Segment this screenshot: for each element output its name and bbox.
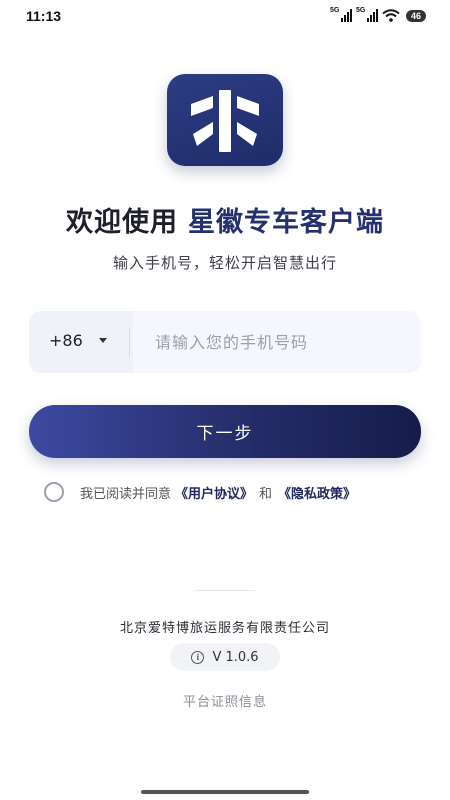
title-brand: 星徽专车客户端 (188, 207, 384, 238)
status-bar: 11:13 5G 5G 46 (0, 0, 450, 34)
company-name: 北京爱特博旅运服务有限责任公司 (119, 621, 330, 636)
input-divider (129, 327, 130, 357)
page-subtitle: 输入手机号，轻松开启智慧出行 (112, 254, 337, 272)
circle-checkbox-icon[interactable] (44, 482, 64, 502)
home-indicator[interactable] (141, 790, 309, 794)
version-badge: i V 1.0.6 (170, 643, 280, 671)
agreement-prefix: 我已阅读并同意 (80, 486, 172, 502)
privacy-policy-link[interactable]: 《隐私政策》 (278, 483, 356, 502)
phone-number-input[interactable] (133, 311, 421, 373)
footer-divider (195, 590, 255, 591)
app-logo-icon (167, 74, 283, 166)
country-code-value: +86 (49, 331, 83, 350)
page-title: 欢迎使用 星徽专车客户端 (0, 200, 450, 239)
signal-label: 5G (329, 7, 340, 14)
platform-license-link[interactable]: 平台证照信息 (0, 691, 450, 710)
next-step-button[interactable]: 下一步 (29, 405, 421, 458)
cellular-signal-icon: 5G (355, 7, 378, 22)
info-icon: i (191, 650, 205, 664)
caret-down-icon (98, 338, 107, 343)
wifi-icon (382, 9, 400, 22)
battery-indicator: 46 (405, 9, 426, 22)
user-agreement-link[interactable]: 《用户协议》 (175, 483, 253, 502)
status-icons: 5G 5G 46 (329, 7, 426, 22)
title-prefix: 欢迎使用 (66, 207, 178, 238)
agreement-and: 和 (259, 486, 273, 502)
signal-label: 5G (355, 7, 366, 14)
cellular-signal-icon: 5G (329, 7, 352, 22)
phone-input-group: +86 (29, 311, 421, 373)
country-code-selector[interactable]: +86 (49, 331, 107, 350)
version-text: V 1.0.6 (212, 649, 259, 665)
agreement-row: 我已阅读并同意 《用户协议》 和 《隐私政策》 (44, 482, 356, 502)
status-time: 11:13 (26, 8, 62, 24)
